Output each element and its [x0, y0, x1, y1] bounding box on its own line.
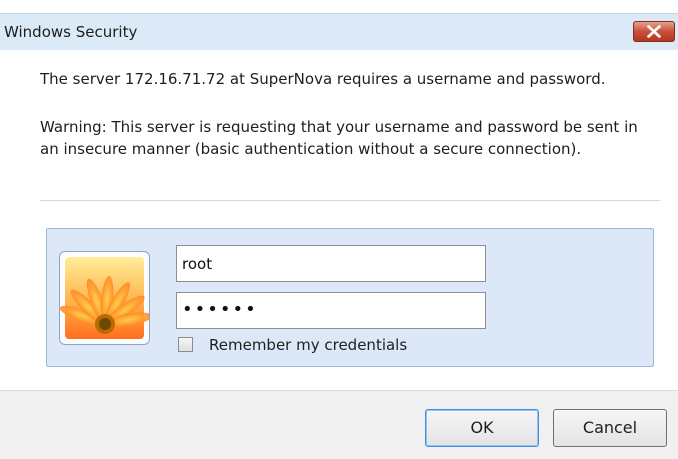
warning-message: Warning: This server is requesting that …	[40, 118, 638, 158]
remember-label[interactable]: Remember my credentials	[209, 336, 407, 354]
server-message: The server 172.16.71.72 at SuperNova req…	[40, 70, 606, 88]
windows-security-dialog: Windows Security The server 172.16.71.72…	[0, 0, 678, 459]
password-field[interactable]: ••••••	[176, 292, 486, 329]
close-button[interactable]	[633, 21, 675, 42]
user-avatar-icon	[59, 251, 150, 345]
dialog-content: The server 172.16.71.72 at SuperNova req…	[0, 50, 678, 390]
title-bar: Windows Security	[0, 13, 678, 50]
username-field[interactable]: root	[176, 245, 486, 282]
close-icon	[647, 25, 661, 38]
dialog-title: Windows Security	[4, 23, 138, 41]
remember-checkbox[interactable]	[178, 337, 193, 352]
ok-button[interactable]: OK	[425, 409, 539, 447]
button-bar: OK Cancel	[0, 390, 678, 459]
divider	[40, 200, 660, 201]
cancel-button[interactable]: Cancel	[553, 409, 667, 447]
credential-panel: root •••••• Remember my credentials	[46, 228, 654, 367]
